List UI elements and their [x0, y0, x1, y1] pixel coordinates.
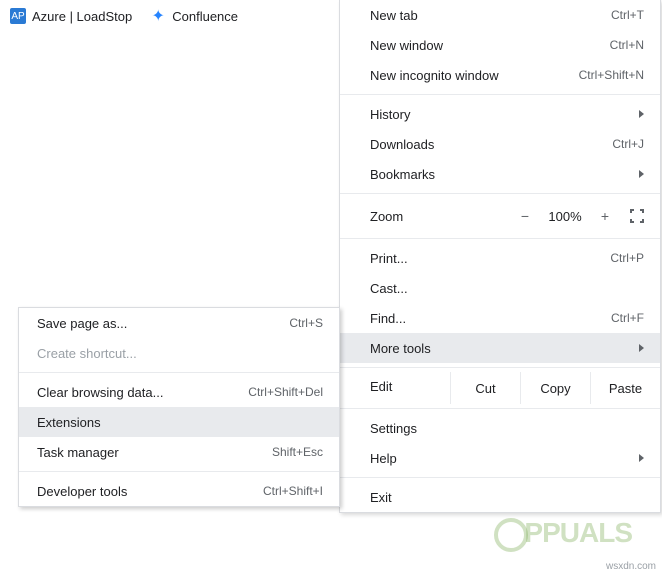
menu-item-history[interactable]: History — [340, 99, 660, 129]
menu-item-find[interactable]: Find... Ctrl+F — [340, 303, 660, 333]
fullscreen-button[interactable] — [622, 204, 652, 228]
menu-label: Task manager — [37, 445, 272, 460]
submenu-item-save-page[interactable]: Save page as... Ctrl+S — [19, 308, 339, 338]
chrome-main-menu: New tab Ctrl+T New window Ctrl+N New inc… — [339, 0, 661, 513]
menu-separator — [340, 238, 660, 239]
azure-icon: AP — [10, 8, 26, 24]
submenu-item-extensions[interactable]: Extensions — [19, 407, 339, 437]
submenu-arrow-icon — [639, 170, 644, 178]
menu-label: Exit — [370, 490, 644, 505]
menu-label: Save page as... — [37, 316, 289, 331]
copy-button[interactable]: Copy — [520, 372, 590, 404]
menu-separator — [19, 471, 339, 472]
cut-button[interactable]: Cut — [450, 372, 520, 404]
menu-shortcut: Ctrl+Shift+Del — [248, 385, 323, 399]
menu-shortcut: Ctrl+T — [611, 8, 644, 22]
watermark-logo: PPUALS — [494, 517, 632, 552]
menu-item-downloads[interactable]: Downloads Ctrl+J — [340, 129, 660, 159]
submenu-item-create-shortcut: Create shortcut... — [19, 338, 339, 368]
menu-label: More tools — [370, 341, 631, 356]
more-tools-submenu: Save page as... Ctrl+S Create shortcut..… — [18, 307, 340, 507]
submenu-item-clear-browsing[interactable]: Clear browsing data... Ctrl+Shift+Del — [19, 377, 339, 407]
menu-label: Create shortcut... — [37, 346, 323, 361]
menu-item-help[interactable]: Help — [340, 443, 660, 473]
menu-item-zoom: Zoom − 100% + — [340, 198, 660, 234]
menu-label: New incognito window — [370, 68, 579, 83]
menu-item-new-tab[interactable]: New tab Ctrl+T — [340, 0, 660, 30]
menu-shortcut: Ctrl+Shift+I — [263, 484, 323, 498]
menu-shortcut: Ctrl+Shift+N — [579, 68, 644, 82]
menu-shortcut: Ctrl+P — [610, 251, 644, 265]
menu-shortcut: Shift+Esc — [272, 445, 323, 459]
menu-label: Extensions — [37, 415, 323, 430]
menu-item-cast[interactable]: Cast... — [340, 273, 660, 303]
menu-item-bookmarks[interactable]: Bookmarks — [340, 159, 660, 189]
menu-label: Clear browsing data... — [37, 385, 248, 400]
submenu-arrow-icon — [639, 344, 644, 352]
menu-label: Find... — [370, 311, 611, 326]
bookmark-azure[interactable]: AP Azure | LoadStop — [10, 8, 132, 24]
menu-label: Settings — [370, 421, 644, 436]
menu-shortcut: Ctrl+S — [289, 316, 323, 330]
submenu-item-task-manager[interactable]: Task manager Shift+Esc — [19, 437, 339, 467]
fullscreen-icon — [630, 209, 644, 223]
menu-item-print[interactable]: Print... Ctrl+P — [340, 243, 660, 273]
menu-label: History — [370, 107, 631, 122]
menu-label: Edit — [340, 372, 450, 404]
bookmark-label: Azure | LoadStop — [32, 9, 132, 24]
menu-label: Zoom — [370, 209, 510, 224]
menu-separator — [340, 193, 660, 194]
menu-separator — [340, 94, 660, 95]
menu-shortcut: Ctrl+J — [612, 137, 644, 151]
zoom-in-button[interactable]: + — [590, 204, 620, 228]
zoom-percent: 100% — [542, 209, 588, 224]
menu-label: Developer tools — [37, 484, 263, 499]
menu-label: Cast... — [370, 281, 644, 296]
menu-separator — [340, 367, 660, 368]
submenu-arrow-icon — [639, 454, 644, 462]
menu-separator — [19, 372, 339, 373]
submenu-item-developer-tools[interactable]: Developer tools Ctrl+Shift+I — [19, 476, 339, 506]
menu-item-edit: Edit Cut Copy Paste — [340, 372, 660, 404]
confluence-icon: ✦ — [150, 8, 166, 24]
bookmark-confluence[interactable]: ✦ Confluence — [150, 8, 238, 24]
menu-label: New tab — [370, 8, 611, 23]
menu-item-exit[interactable]: Exit — [340, 482, 660, 512]
menu-item-new-window[interactable]: New window Ctrl+N — [340, 30, 660, 60]
menu-label: Downloads — [370, 137, 612, 152]
menu-separator — [340, 477, 660, 478]
paste-button[interactable]: Paste — [590, 372, 660, 404]
menu-shortcut: Ctrl+F — [611, 311, 644, 325]
menu-label: Help — [370, 451, 631, 466]
menu-item-new-incognito[interactable]: New incognito window Ctrl+Shift+N — [340, 60, 660, 90]
menu-item-settings[interactable]: Settings — [340, 413, 660, 443]
logo-text: PPUALS — [524, 517, 632, 548]
menu-separator — [340, 408, 660, 409]
submenu-arrow-icon — [639, 110, 644, 118]
zoom-controls: − 100% + — [510, 204, 652, 228]
bookmark-label: Confluence — [172, 9, 238, 24]
zoom-out-button[interactable]: − — [510, 204, 540, 228]
menu-label: New window — [370, 38, 610, 53]
menu-shortcut: Ctrl+N — [610, 38, 644, 52]
menu-label: Print... — [370, 251, 610, 266]
menu-item-more-tools[interactable]: More tools — [340, 333, 660, 363]
menu-label: Bookmarks — [370, 167, 631, 182]
watermark-site: wsxdn.com — [606, 561, 656, 572]
